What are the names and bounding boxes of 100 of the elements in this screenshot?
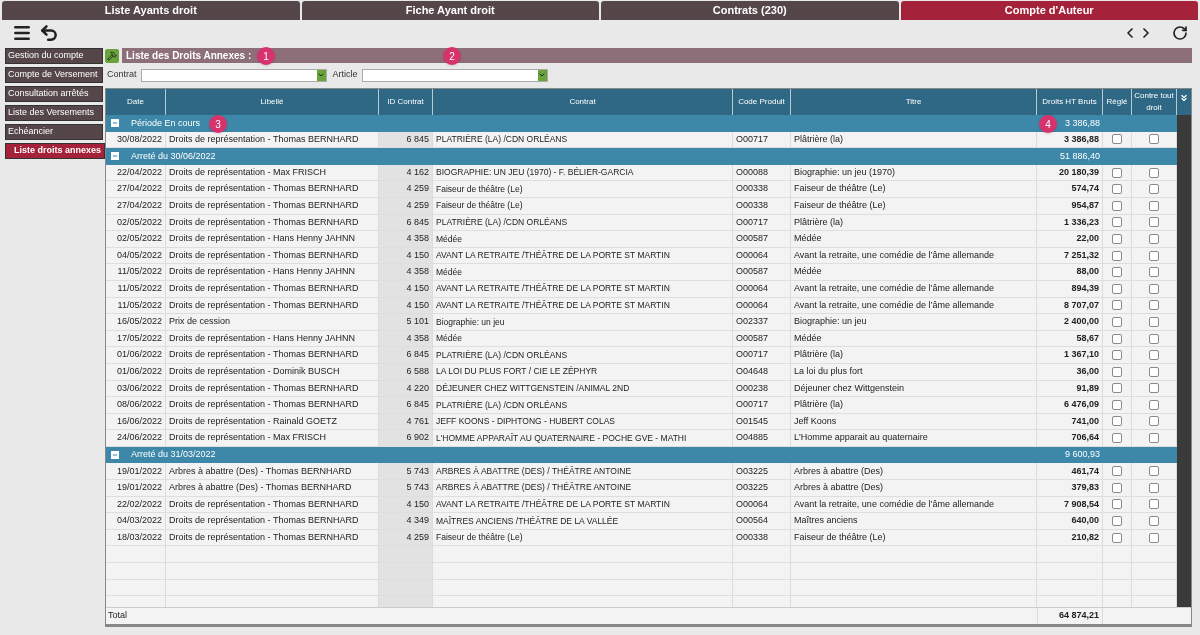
amount-cell: 22,00 — [1037, 231, 1103, 247]
date-cell: 02/05/2022 — [106, 214, 166, 231]
sidebar-item[interactable]: Consultation arrêtés — [5, 86, 103, 102]
title-cell: Plâtrière (la) — [791, 131, 1037, 148]
date-cell: 16/06/2022 — [106, 413, 166, 430]
filter-label: Article — [332, 68, 358, 82]
group-total: 9 600,93 — [1064, 448, 1101, 462]
product-code-cell: O00338 — [733, 197, 791, 214]
contract-id-cell: 5 743 — [379, 463, 433, 480]
title-cell: Arbres à abattre (Des) — [791, 463, 1037, 480]
title-cell: Arbres à abattre (Des) — [791, 480, 1037, 496]
contract-cell: MAÎTRES ANCIENS /THÉÂTRE DE LA VALLÉE — [433, 513, 733, 529]
product-code-cell: O03225 — [733, 480, 791, 496]
product-code-cell: O04648 — [733, 363, 791, 380]
tab[interactable]: Liste Ayants droit — [2, 1, 300, 20]
callout-badge: 2 — [443, 47, 461, 65]
title-cell: Biographie: un jeu — [791, 314, 1037, 330]
contract-cell: L'HOMME APPARAÎT AU QUATERNAIRE - POCHE GVE - MATHI — [433, 430, 733, 446]
date-cell: 16/05/2022 — [106, 314, 166, 330]
contract-id-cell: 6 902 — [379, 430, 433, 446]
callout-badge: 1 — [257, 47, 275, 65]
sidebar-item[interactable]: Echéancier — [5, 124, 103, 140]
amount-cell: 8 707,07 — [1037, 297, 1103, 314]
grand-total: 64 874,21 — [1037, 608, 1103, 624]
contract-cell: AVANT LA RETRAITE /THÉÂTRE DE LA PORTE ST MARTIN — [433, 247, 733, 264]
date-cell: 19/01/2022 — [106, 480, 166, 496]
group-total: 51 886,40 — [1059, 149, 1101, 163]
product-code-cell: O00587 — [733, 231, 791, 247]
product-code-cell: O04885 — [733, 430, 791, 446]
product-code-cell: O02337 — [733, 314, 791, 330]
filter-label: Contrat — [107, 68, 137, 82]
contract-cell: DÉJEUNER CHEZ WITTGENSTEIN /ANIMAL 2ND — [433, 380, 733, 397]
contract-cell: PLATRIÈRE (LA) /CDN ORLÉANS — [433, 397, 733, 413]
title-cell: Plâtrière (la) — [791, 347, 1037, 363]
total-label: Total — [107, 609, 127, 623]
contract-id-cell: 4 259 — [379, 181, 433, 197]
sidebar-item[interactable]: Liste des Versements — [5, 105, 103, 121]
contract-id-cell: 4 358 — [379, 264, 433, 280]
product-code-cell: O00564 — [733, 513, 791, 529]
product-code-cell: O00238 — [733, 380, 791, 397]
date-cell: 27/04/2022 — [106, 181, 166, 197]
date-cell: 24/06/2022 — [106, 430, 166, 446]
amount-cell: 88,00 — [1037, 264, 1103, 280]
group-label: Arreté du 30/06/2022 — [131, 149, 216, 163]
sidebar-item[interactable]: Gestion du compte — [5, 48, 103, 64]
date-cell: 02/05/2022 — [106, 231, 166, 247]
sidebar-item[interactable]: Liste droits annexes — [5, 143, 105, 159]
product-code-cell: O00064 — [733, 297, 791, 314]
date-cell: 08/06/2022 — [106, 397, 166, 413]
amount-cell: 640,00 — [1037, 513, 1103, 529]
date-cell: 11/05/2022 — [106, 280, 166, 297]
amount-cell: 1 367,10 — [1037, 347, 1103, 363]
contract-cell: Médée — [433, 264, 733, 280]
amount-cell: 461,74 — [1037, 463, 1103, 480]
contract-cell: AVANT LA RETRAITE /THÉÂTRE DE LA PORTE ST MARTIN — [433, 297, 733, 314]
tab[interactable]: Compte d'Auteur — [900, 1, 1198, 20]
contract-cell: Faiseur de théâtre (Le) — [433, 181, 733, 197]
date-cell: 30/08/2022 — [106, 131, 166, 148]
title-cell: Biographie: un jeu (1970) — [791, 164, 1037, 181]
contract-cell: ARBRES À ABATTRE (DES) / THÉÂTRE ANTOINE — [433, 463, 733, 480]
amount-cell: 574,74 — [1037, 181, 1103, 197]
date-cell: 17/05/2022 — [106, 330, 166, 347]
title-cell: Faiseur de théâtre (Le) — [791, 529, 1037, 546]
amount-cell: 6 476,09 — [1037, 397, 1103, 413]
group-label: Arreté du 31/03/2022 — [131, 448, 216, 462]
title-cell: Déjeuner chez Wittgenstein — [791, 380, 1037, 397]
date-cell: 01/06/2022 — [106, 347, 166, 363]
date-cell: 01/06/2022 — [106, 363, 166, 380]
tab[interactable]: Contrats (230) — [601, 1, 899, 20]
amount-cell: 20 180,39 — [1037, 164, 1103, 181]
amount-cell: 7 908,54 — [1037, 496, 1103, 513]
group-row[interactable]: Arreté du 30/06/2022 51 886,40 — [106, 148, 1177, 165]
contract-cell: JEFF KOONS - DIPHTONG - HUBERT COLAS — [433, 413, 733, 430]
title-cell: Avant la retraite, une comédie de l’âme allemande — [791, 247, 1037, 264]
title-cell: Avant la retraite, une comédie de l’âme allemande — [791, 496, 1037, 513]
amount-cell: 7 251,32 — [1037, 247, 1103, 264]
date-cell: 18/03/2022 — [106, 529, 166, 546]
group-total: 3 386,88 — [1064, 116, 1101, 130]
amount-cell: 91,89 — [1037, 380, 1103, 397]
tab[interactable]: Fiche Ayant droit — [301, 1, 599, 20]
contract-cell: BIOGRAPHIE: UN JEU (1970) - F. BÉLIER-GARCIA — [433, 164, 733, 181]
amount-cell: 706,64 — [1037, 430, 1103, 446]
product-code-cell: O00717 — [733, 131, 791, 148]
contract-cell: Faiseur de théâtre (Le) — [433, 197, 733, 214]
amount-cell: 1 336,23 — [1037, 214, 1103, 231]
contract-id-cell: 5 101 — [379, 314, 433, 330]
amount-cell: 894,39 — [1037, 280, 1103, 297]
title-cell: Maîtres anciens — [791, 513, 1037, 529]
contract-cell: LA LOI DU PLUS FORT / CIE LE ZÉPHYR — [433, 363, 733, 380]
title-cell: L'Homme apparait au quaternaire — [791, 430, 1037, 446]
amount-cell: 36,00 — [1037, 363, 1103, 380]
date-cell: 22/04/2022 — [106, 164, 166, 181]
contract-id-cell: 6 845 — [379, 397, 433, 413]
title-cell: Médée — [791, 231, 1037, 247]
contract-cell: ARBRES À ABATTRE (DES) / THÉÂTRE ANTOINE — [433, 480, 733, 496]
sidebar-item[interactable]: Compte de Versement — [5, 67, 103, 83]
title-cell: La loi du plus fort — [791, 363, 1037, 380]
contract-cell: Médée — [433, 330, 733, 347]
contract-cell: Biographie: un jeu — [433, 314, 733, 330]
title-cell: Faiseur de théâtre (Le) — [791, 181, 1037, 197]
